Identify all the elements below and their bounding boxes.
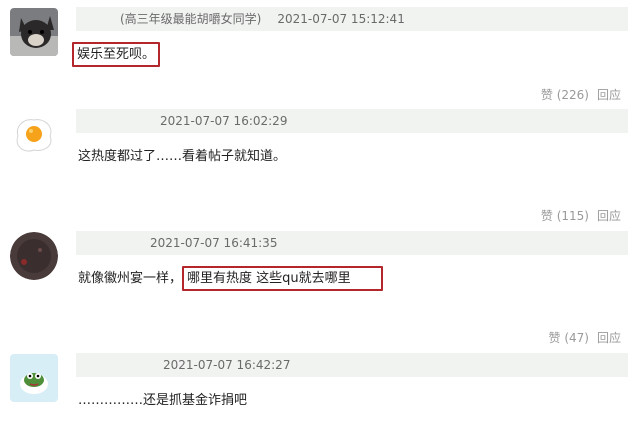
frog-avatar[interactable] [10,354,58,402]
comment-meta-4: 2021-07-07 16:42:27 [76,353,628,377]
comment-text-4: ……………还是抓基金诈捐吧 [78,393,248,408]
comment-item-4: 2021-07-07 16:42:27 ……………还是抓基金诈捐吧 [0,0,641,427]
comment-timestamp: 2021-07-07 16:42:27 [163,358,291,372]
